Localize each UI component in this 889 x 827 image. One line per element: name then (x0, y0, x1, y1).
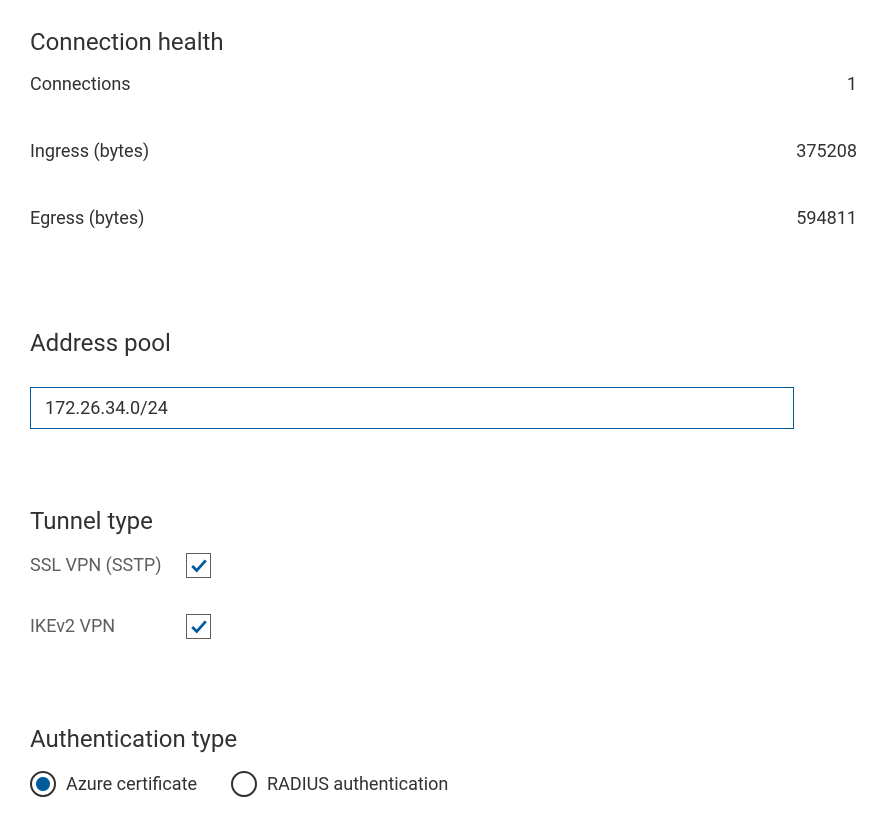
ikev2-row: IKEv2 VPN (30, 614, 859, 639)
ingress-label: Ingress (bytes) (30, 141, 149, 162)
ikev2-checkbox[interactable] (186, 614, 211, 639)
tunnel-type-heading: Tunnel type (30, 507, 859, 535)
ingress-value: 375208 (796, 141, 857, 162)
egress-row: Egress (bytes) 594811 (30, 208, 859, 229)
authentication-type-section: Authentication type Azure certificate RA… (30, 725, 859, 797)
sstp-row: SSL VPN (SSTP) (30, 553, 859, 578)
connection-health-section: Connection health Connections 1 Ingress … (30, 28, 859, 229)
radius-authentication-radio[interactable]: RADIUS authentication (231, 771, 448, 797)
ingress-row: Ingress (bytes) 375208 (30, 141, 859, 162)
checkmark-icon (190, 557, 208, 575)
tunnel-type-section: Tunnel type SSL VPN (SSTP) IKEv2 VPN (30, 507, 859, 639)
egress-value: 594811 (796, 208, 857, 229)
radius-authentication-label: RADIUS authentication (267, 774, 448, 795)
address-pool-input[interactable] (30, 387, 794, 429)
egress-label: Egress (bytes) (30, 208, 144, 229)
radio-icon (231, 771, 257, 797)
connections-value: 1 (847, 74, 857, 95)
sstp-checkbox[interactable] (186, 553, 211, 578)
azure-certificate-radio[interactable]: Azure certificate (30, 771, 197, 797)
radio-icon (30, 771, 56, 797)
connections-row: Connections 1 (30, 74, 859, 95)
authentication-type-heading: Authentication type (30, 725, 859, 753)
connection-health-heading: Connection health (30, 28, 859, 56)
auth-radio-group: Azure certificate RADIUS authentication (30, 771, 859, 797)
checkmark-icon (190, 618, 208, 636)
connections-label: Connections (30, 74, 131, 95)
address-pool-section: Address pool (30, 329, 859, 429)
azure-certificate-label: Azure certificate (66, 774, 197, 795)
ikev2-label: IKEv2 VPN (30, 616, 186, 637)
sstp-label: SSL VPN (SSTP) (30, 555, 186, 576)
address-pool-heading: Address pool (30, 329, 859, 357)
